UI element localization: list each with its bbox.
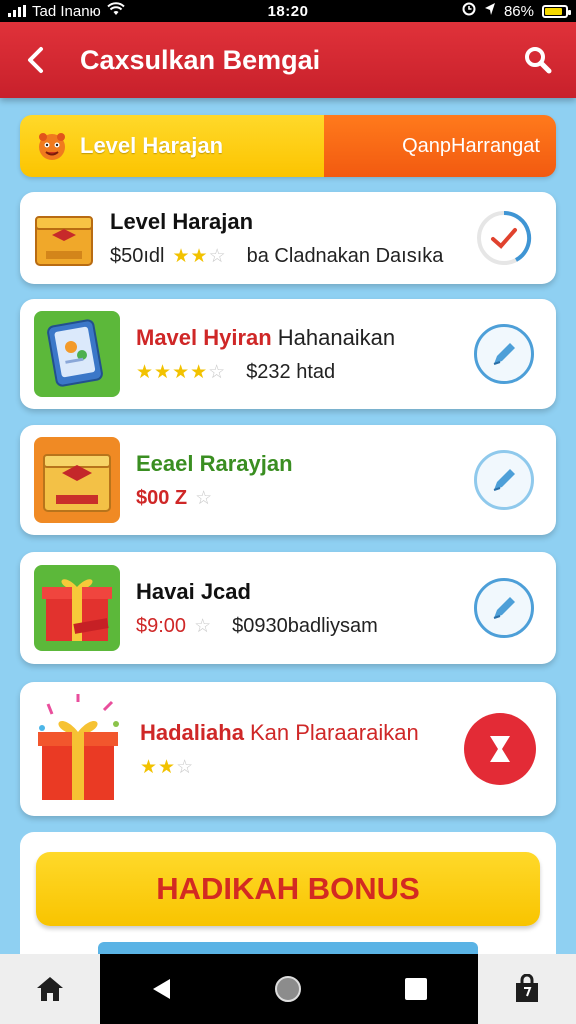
nav-home[interactable] [0,954,100,1024]
bottom-nav [0,954,576,1024]
item-title: Havai Jcad [136,578,251,604]
ranking-tab[interactable]: QanpHarrangat [324,115,556,177]
search-button[interactable] [500,22,576,98]
star-rating: ☆ [195,487,214,509]
item-title: Hadaliaha [140,719,244,745]
list-item[interactable]: Havai Jcad $9:00 ☆ $0930badliysam [20,552,556,664]
crate-image [34,207,94,269]
star-rating: ★★★★☆ [136,361,227,383]
android-home-icon[interactable] [273,974,303,1004]
home-icon [37,977,63,1001]
status-bar: Tad Inanю 18:20 86% [0,0,576,22]
edit-button[interactable] [474,324,534,384]
list-item[interactable]: Mavel Hyiran Hahanaikan ★★★★☆ $232 htad [20,299,556,409]
list-item[interactable]: Eeael Rarayjan $00 Z ☆ [20,425,556,535]
timer-button[interactable] [464,713,536,785]
system-nav [100,954,478,1024]
star-rating: ☆ [194,615,213,637]
check-progress-icon [477,210,532,265]
item-extra: $0930badliysam [232,614,378,637]
level-banner[interactable]: Level Harajan QanpHarrangat [20,115,556,177]
battery-percent: 86% [503,2,534,20]
item-title: Mavel Hyiran [136,324,272,350]
mascot-icon [39,133,65,160]
item-title: Level Harajan [110,208,254,234]
back-button[interactable] [0,22,70,98]
android-recents-icon[interactable] [404,977,428,1001]
signal-icon [8,5,26,17]
pencil-icon [493,343,515,365]
list-item[interactable]: Hadaliaha Kan Plaraaraikan ★★☆ [20,682,556,816]
android-back-icon[interactable] [150,977,172,1001]
carrier-label: Tad Inanю [32,2,101,20]
item-subtitle: Kan Plaraaraikan [249,719,419,745]
list-item[interactable]: Level Harajan $50ıdl ★★☆ ba Cladnakan Da… [20,192,556,284]
star-rating: ★★☆ [140,756,195,778]
progress-button[interactable] [474,208,534,268]
item-price: $00 Z [136,486,188,509]
clock: 18:20 [267,2,309,20]
pencil-icon [493,597,515,619]
gift-image [32,694,124,804]
item-title: Eeael Rarayjan [136,450,293,476]
item-subtitle: Hahanaikan [277,324,396,350]
location-icon [484,2,496,20]
edit-button[interactable] [474,450,534,510]
item-extra: $232 htad [246,360,336,383]
ranking-tab-label: QanpHarrangat [402,134,540,157]
gift-image [34,565,120,651]
edit-button[interactable] [474,578,534,638]
battery-icon [542,4,571,18]
hourglass-icon [490,736,510,762]
bag-icon [516,974,538,1002]
pencil-icon [493,469,515,491]
level-tab[interactable]: Level Harajan [20,115,324,177]
app-bar: Cахsulkan Bemgai [0,22,576,98]
star-rating: ★★☆ [172,245,227,267]
tablet-image [34,311,120,397]
alarm-icon [462,2,476,20]
crate-image [34,437,120,523]
search-icon [525,47,552,74]
item-extra: ba Cladnakan Daısıka [246,244,444,267]
wifi-icon [107,2,125,20]
back-icon [28,47,43,73]
item-price: $50ıdl [110,244,165,267]
bonus-button[interactable]: HADIKAH BONUS [36,852,540,926]
item-price: $9:00 [136,614,187,637]
nav-bag[interactable] [478,954,576,1024]
page-title: Cахsulkan Bemgai [80,44,321,75]
level-tab-label: Level Harajan [80,133,224,158]
